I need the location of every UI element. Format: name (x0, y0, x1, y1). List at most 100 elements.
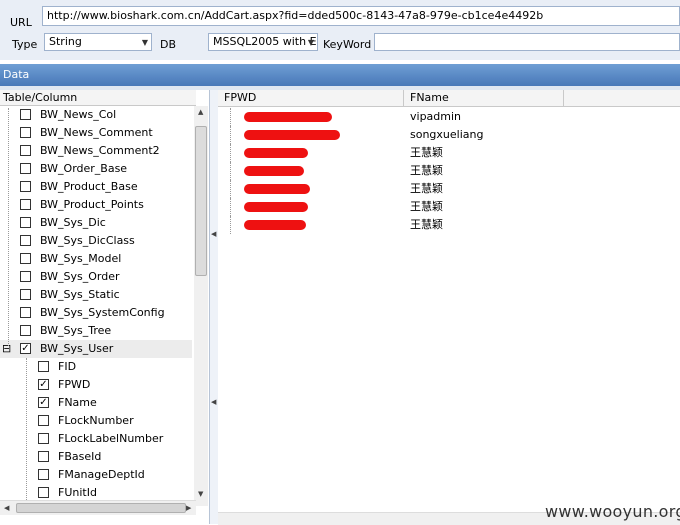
fname-cell[interactable]: 王慧颖 (410, 144, 443, 162)
tree-column-item[interactable]: FLockNumber (0, 412, 192, 430)
tree-column-item[interactable]: FID (0, 358, 192, 376)
checkbox[interactable] (20, 325, 31, 336)
column-name: FBaseId (58, 450, 102, 463)
tree-column-item[interactable]: FManageDeptId (0, 466, 192, 484)
table-name: BW_Sys_Order (40, 270, 120, 283)
db-select[interactable]: MSSQL2005 with E ▼ (208, 33, 318, 51)
tree-column-item[interactable]: FLockLabelNumber (0, 430, 192, 448)
tree-table-item[interactable]: BW_Order_Base (0, 160, 192, 178)
table-name: BW_Sys_Static (40, 288, 120, 301)
data-panel-header: Data (0, 64, 680, 86)
splitter-left-icon[interactable]: ◀ (211, 230, 216, 238)
collapse-icon[interactable]: ⊟ (2, 340, 11, 358)
grid-tree-line (230, 216, 231, 234)
tree-table-item[interactable]: BW_Sys_Static (0, 286, 192, 304)
redacted-fpwd-cell (244, 130, 340, 140)
grid-header-fname[interactable]: FName (404, 90, 564, 107)
tree-column-item[interactable]: ✓ FPWD (0, 376, 192, 394)
checkbox[interactable] (20, 199, 31, 210)
url-input[interactable]: http://www.bioshark.com.cn/AddCart.aspx?… (42, 6, 680, 26)
checkbox[interactable] (38, 451, 49, 462)
tree-scroll-thumb[interactable] (195, 126, 207, 276)
tree-table-item[interactable]: BW_Product_Base (0, 178, 192, 196)
grid-header-fpwd[interactable]: FPWD (218, 90, 404, 107)
checkbox[interactable] (20, 145, 31, 156)
tree-table-item[interactable]: BW_News_Comment2 (0, 142, 192, 160)
checkbox[interactable] (20, 289, 31, 300)
column-name: FLockNumber (58, 414, 134, 427)
checkbox[interactable] (38, 487, 49, 498)
checkbox-checked[interactable]: ✓ (38, 379, 49, 390)
checkbox[interactable] (38, 433, 49, 444)
checkbox-checked[interactable]: ✓ (20, 343, 31, 354)
checkbox[interactable] (20, 307, 31, 318)
checkbox[interactable] (20, 109, 31, 120)
fname-cell[interactable]: 王慧颖 (410, 198, 443, 216)
grid-tree-line (230, 198, 231, 216)
tree-column-header[interactable]: Table/Column (0, 90, 196, 106)
column-name: FLockLabelNumber (58, 432, 164, 445)
tree-table-item[interactable]: BW_Sys_SystemConfig (0, 304, 192, 322)
checkbox[interactable] (20, 271, 31, 282)
scroll-left-icon[interactable]: ◀ (4, 504, 9, 512)
tree-guide-line (26, 358, 27, 502)
tree-table-item[interactable]: BW_News_Col (0, 106, 192, 124)
db-value: MSSQL2005 with E (213, 35, 317, 48)
redacted-fpwd-cell (244, 112, 332, 122)
grid-tree-line (230, 126, 231, 144)
table-name: BW_Sys_User (40, 342, 114, 355)
table-name: BW_News_Comment (40, 126, 153, 139)
tree-column-item[interactable]: ✓ FName (0, 394, 192, 412)
tree-guide-line (8, 108, 9, 346)
checkbox[interactable] (38, 415, 49, 426)
fname-cell[interactable]: vipadmin (410, 108, 461, 126)
fname-cell[interactable]: 王慧颖 (410, 180, 443, 198)
grid-tree-line (230, 144, 231, 162)
column-name: FManageDeptId (58, 468, 145, 481)
table-name: BW_Product_Points (40, 198, 144, 211)
fname-cell[interactable]: 王慧颖 (410, 162, 443, 180)
scroll-right-icon[interactable]: ▶ (186, 504, 191, 512)
grid-tree-line (230, 162, 231, 180)
table-name: BW_Sys_DicClass (40, 234, 135, 247)
checkbox[interactable] (20, 163, 31, 174)
checkbox[interactable] (20, 181, 31, 192)
checkbox[interactable] (38, 361, 49, 372)
scroll-down-icon[interactable]: ▼ (198, 490, 203, 498)
fname-cell[interactable]: 王慧颖 (410, 216, 443, 234)
type-select[interactable]: String ▼ (44, 33, 152, 51)
splitter-left-icon[interactable]: ◀ (211, 398, 216, 406)
panel-splitter[interactable]: ◀ ◀ (210, 90, 218, 524)
table-name: BW_News_Col (40, 108, 117, 121)
tree-vertical-scrollbar[interactable]: ▲ ▼ (194, 106, 208, 506)
type-value: String (49, 35, 82, 48)
checkbox[interactable] (20, 253, 31, 264)
fname-cell[interactable]: songxueliang (410, 126, 483, 144)
tree-table-item[interactable]: BW_Sys_DicClass (0, 232, 192, 250)
table-name: BW_News_Comment2 (40, 144, 160, 157)
checkbox-checked[interactable]: ✓ (38, 397, 49, 408)
checkbox[interactable] (20, 235, 31, 246)
tree-table-item[interactable]: BW_Sys_Order (0, 268, 192, 286)
tree-table-item[interactable]: BW_Sys_Model (0, 250, 192, 268)
table-name: BW_Order_Base (40, 162, 128, 175)
tree-table-item[interactable]: BW_News_Comment (0, 124, 192, 142)
table-name: BW_Sys_SystemConfig (40, 306, 165, 319)
watermark: www.wooyun.org (545, 502, 680, 521)
tree-horizontal-scrollbar[interactable]: ◀ ▶ (0, 500, 196, 515)
scroll-up-icon[interactable]: ▲ (198, 108, 203, 116)
keyword-input[interactable] (374, 33, 680, 51)
tree-table-item[interactable]: BW_Sys_Tree (0, 322, 192, 340)
keyword-label: KeyWord (323, 38, 372, 51)
checkbox[interactable] (38, 469, 49, 480)
tree-hscroll-thumb[interactable] (16, 503, 186, 513)
tree-table-item[interactable]: ✓ BW_Sys_User ⊟ (0, 340, 192, 358)
column-name: FPWD (58, 378, 91, 391)
tree-table-item[interactable]: BW_Sys_Dic (0, 214, 192, 232)
tree-column-item[interactable]: FBaseId (0, 448, 192, 466)
checkbox[interactable] (20, 127, 31, 138)
checkbox[interactable] (20, 217, 31, 228)
chevron-down-icon: ▼ (141, 38, 148, 47)
tree-table-item[interactable]: BW_Product_Points (0, 196, 192, 214)
table-name: BW_Product_Base (40, 180, 138, 193)
